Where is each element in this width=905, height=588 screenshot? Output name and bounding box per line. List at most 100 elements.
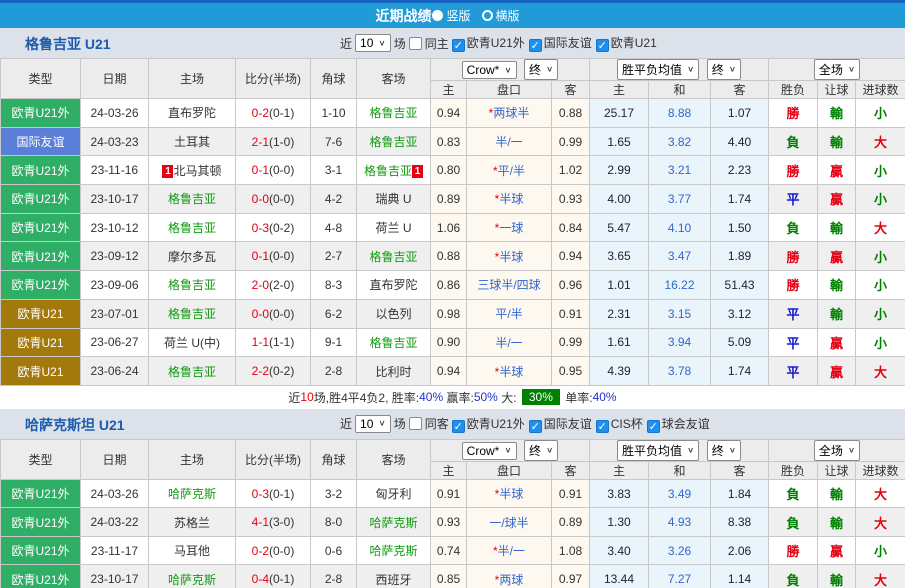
chevron-down-icon: ∨ xyxy=(847,445,856,455)
chevron-down-icon: ∨ xyxy=(687,65,695,74)
checkbox-checked-icon[interactable]: ✓ xyxy=(595,39,609,52)
handicap-cell: 平/半 xyxy=(466,298,552,329)
avg-away-cell: 1.89 xyxy=(710,241,770,272)
recent-count-select[interactable]: 10 ∨ xyxy=(355,34,391,52)
avg-dropdowns: 胜平负均值 ∨ 终 ∨ xyxy=(589,58,770,81)
same-venue-checkbox[interactable] xyxy=(408,36,422,50)
away-team-name: 哈萨克斯 xyxy=(369,515,418,530)
home-team-name: 哈萨克斯 xyxy=(167,572,216,587)
fulltime-score: 0-3 xyxy=(251,220,269,235)
match-row: 欧青U21外 23-09-06 格鲁吉亚 2-0(2-0) 8-3 直布罗陀 0.86 三球半… xyxy=(0,270,905,300)
odds-final-select[interactable]: 终 ∨ xyxy=(524,59,559,80)
handicap-result-cell: 贏 xyxy=(817,327,857,358)
games-label: 场 xyxy=(393,36,406,51)
checkbox-checked-icon[interactable]: ✓ xyxy=(595,419,609,433)
home-team-name: 直布罗陀 xyxy=(167,106,216,121)
col-corners: 角球 xyxy=(310,58,357,99)
checkbox-checked-icon[interactable]: ✓ xyxy=(451,39,465,52)
col-date: 日期 xyxy=(80,438,149,480)
score-cell: 0-0(0-0) xyxy=(235,184,311,214)
result-cell: 平 xyxy=(768,298,819,329)
chevron-down-icon: ∨ xyxy=(378,38,386,48)
checkbox-checked-icon[interactable]: ✓ xyxy=(528,39,542,52)
avg-draw-cell: 4.10 xyxy=(648,212,712,243)
summary-text: 胜率: xyxy=(391,390,420,405)
recent-count-select[interactable]: 10 ∨ xyxy=(355,414,391,433)
league-filter-checkbox[interactable]: ✓ 欧青U21 xyxy=(595,36,657,52)
result-cell: 勝 xyxy=(768,535,819,566)
fulltime-score: 0-4 xyxy=(251,572,269,587)
league-filter-checkbox[interactable]: ✓ 球会友谊 xyxy=(646,417,710,433)
handicap-cell: *半球 xyxy=(466,478,552,509)
summary-text: 大: xyxy=(497,390,520,405)
score-cell: 0-4(0-1) xyxy=(235,564,311,588)
big-rate-badge: 30% xyxy=(521,389,560,406)
league-filter-checkbox[interactable]: ✓ 欧青U21外 xyxy=(451,417,525,433)
georgia-results-table: 类型 日期 主场 比分(半场) 角球 客场 Crow* ∨ 终 ∨ 胜平负均值 ∨ 终… xyxy=(0,58,905,386)
match-row: 欧青U21外 24-03-26 直布罗陀 0-2(0-1) 1-10 格鲁吉亚 0.94 *两… xyxy=(0,98,905,128)
odds-final-select[interactable]: 终 ∨ xyxy=(524,440,559,461)
scope-dropdown: 全场 ∨ xyxy=(768,58,905,81)
league-type-cell: 欧青U21外 xyxy=(0,478,81,509)
col-avg-draw: 和 xyxy=(648,460,712,480)
recent-results-page: 近期战绩 竖版 横版 格鲁吉亚 U21 近 10 ∨ 场 同主 ✓ 欧青U21外 ✓ 国… xyxy=(0,0,905,588)
away-team-name: 格鲁吉亚 xyxy=(369,249,418,264)
date-cell: 24-03-22 xyxy=(80,507,149,537)
league-filter-checkbox[interactable]: ✓ 国际友谊 xyxy=(528,417,592,433)
goals-result-cell: 大 xyxy=(855,478,905,509)
odds-source-select[interactable]: Crow* ∨ xyxy=(461,441,517,460)
date-cell: 23-10-17 xyxy=(80,564,149,588)
halftime-score: (1-0) xyxy=(269,134,295,149)
checkbox-checked-icon[interactable]: ✓ xyxy=(646,419,660,433)
scope-select[interactable]: 全场 ∨ xyxy=(813,59,861,80)
col-away: 客场 xyxy=(356,438,431,480)
score-cell: 1-1(1-1) xyxy=(235,327,311,358)
avg-type-select[interactable]: 胜平负均值 ∨ xyxy=(617,440,700,461)
handicap-value: 半/一 xyxy=(495,135,523,150)
home-team-cell: 哈萨克斯 xyxy=(148,564,236,588)
checkbox-checked-icon[interactable]: ✓ xyxy=(451,419,465,433)
match-row: 欧青U21外 23-09-12 摩尔多瓦 0-1(0-0) 2-7 格鲁吉亚 0.88 *半球… xyxy=(0,241,905,272)
home-team-name: 格鲁吉亚 xyxy=(167,192,216,207)
home-team-cell: 格鲁吉亚 xyxy=(148,270,236,300)
avg-type-select[interactable]: 胜平负均值 ∨ xyxy=(617,59,700,80)
result-cell: 勝 xyxy=(768,155,819,186)
match-row: 欧青U21外 23-11-17 马耳他 0-2(0-0) 0-6 哈萨克斯 0.74 *半/一… xyxy=(0,535,905,566)
away-team-name: 西班牙 xyxy=(375,572,412,587)
odds-source-select[interactable]: Crow* ∨ xyxy=(461,61,517,79)
handicap-value: 三球半/四球 xyxy=(477,278,541,293)
league-type-cell: 欧青U21外 xyxy=(0,507,81,537)
same-venue-checkbox[interactable] xyxy=(408,417,422,431)
summary-text: 40% xyxy=(419,390,444,405)
vertical-layout-radio[interactable] xyxy=(432,10,444,21)
home-team-cell: 马耳他 xyxy=(148,535,236,566)
avg-away-cell: 4.40 xyxy=(710,126,770,157)
goals-result-cell: 小 xyxy=(855,327,905,358)
horizontal-layout-radio[interactable] xyxy=(481,10,493,21)
col-result: 胜负 xyxy=(768,80,819,99)
away-odds-cell: 0.91 xyxy=(550,478,591,509)
home-team-name: 摩尔多瓦 xyxy=(167,249,216,264)
avg-final-select[interactable]: 终 ∨ xyxy=(706,440,742,461)
handicap-result-cell: 輸 xyxy=(817,212,857,243)
league-filter-checkbox[interactable]: ✓ 国际友谊 xyxy=(528,36,592,52)
scope-select[interactable]: 全场 ∨ xyxy=(813,440,861,461)
handicap-cell: *一球 xyxy=(466,212,552,243)
home-team-name: 格鲁吉亚 xyxy=(167,221,216,236)
league-filter-checkbox[interactable]: ✓ CIS杯 xyxy=(595,417,643,433)
score-cell: 0-3(0-1) xyxy=(235,478,311,509)
away-team-cell: 西班牙 xyxy=(356,564,431,588)
date-cell: 23-10-17 xyxy=(80,184,149,214)
handicap-result-cell: 輸 xyxy=(817,478,857,509)
summary-text: 10 xyxy=(300,390,314,405)
avg-away-cell: 3.12 xyxy=(710,298,770,329)
col-handicap: 盘口 xyxy=(466,80,552,99)
horizontal-layout-label: 横版 xyxy=(495,9,520,23)
avg-final-select[interactable]: 终 ∨ xyxy=(706,59,742,80)
checkbox-checked-icon[interactable]: ✓ xyxy=(528,419,542,433)
home-odds-cell: 0.89 xyxy=(430,184,467,214)
home-odds-cell: 0.86 xyxy=(430,270,467,300)
home-odds-cell: 0.90 xyxy=(430,327,467,358)
league-filter-checkbox[interactable]: ✓ 欧青U21外 xyxy=(451,36,525,52)
away-team-cell: 格鲁吉亚 xyxy=(356,327,431,358)
